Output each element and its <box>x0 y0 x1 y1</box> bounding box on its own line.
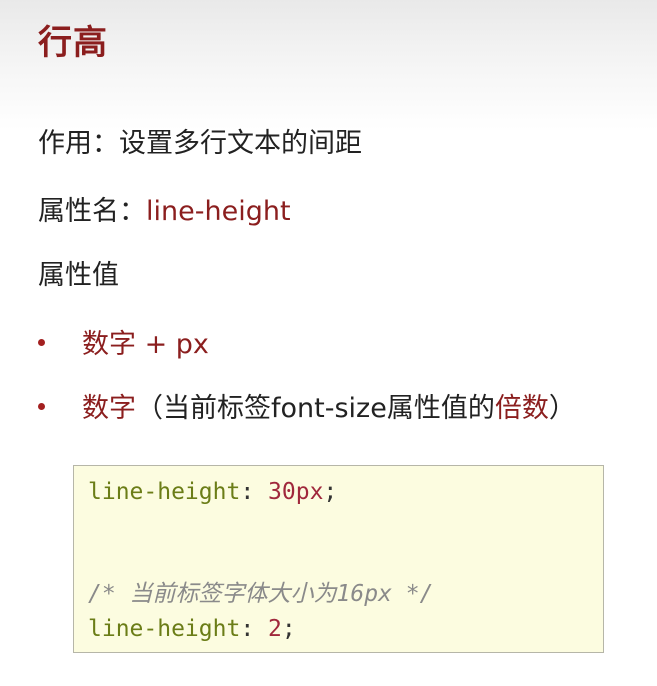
code-value: 30px <box>268 479 324 505</box>
code-value: 2 <box>268 616 282 642</box>
purpose-line: 作用：设置多行文本的间距 <box>38 130 362 157</box>
purpose-text: 设置多行文本的间距 <box>119 128 362 159</box>
code-colon: : <box>240 479 269 505</box>
code-line-3: line-height: 2; <box>88 618 296 641</box>
bullet-dot-icon <box>38 403 45 410</box>
bullet-2-highlight-multiple: 倍数 <box>494 393 549 424</box>
property-name-line: 属性名：line-height <box>38 198 291 225</box>
code-line-1: line-height: 30px; <box>88 481 337 504</box>
code-property: line-height <box>88 616 241 642</box>
code-example-box: line-height: 30px; /* 当前标签字体大小为16px */ l… <box>73 465 604 653</box>
bullet-1-rest: + px <box>136 329 209 360</box>
bullet-1-highlight: 数字 <box>82 329 136 360</box>
bullet-2-open: （当前标签font-size属性值的 <box>136 393 495 424</box>
code-property: line-height <box>88 479 241 505</box>
bullet-dot-icon <box>38 339 45 346</box>
code-comment: /* 当前标签字体大小为16px */ <box>88 581 434 607</box>
bullet-2-close: ） <box>548 393 576 424</box>
bullet-item-2: 数字（当前标签font-size属性值的倍数） <box>38 395 576 422</box>
purpose-label: 作用： <box>38 128 119 159</box>
property-value-heading: 属性值 <box>38 260 119 291</box>
property-name-label: 属性名： <box>38 196 146 227</box>
bullet-item-1: 数字 + px <box>38 331 209 358</box>
code-semicolon: ; <box>281 616 296 642</box>
property-name-value: line-height <box>146 196 291 227</box>
bullet-2-highlight: 数字 <box>82 393 136 424</box>
slide-title: 行高 <box>38 23 108 63</box>
code-colon: : <box>240 616 269 642</box>
code-semicolon: ; <box>323 479 338 505</box>
